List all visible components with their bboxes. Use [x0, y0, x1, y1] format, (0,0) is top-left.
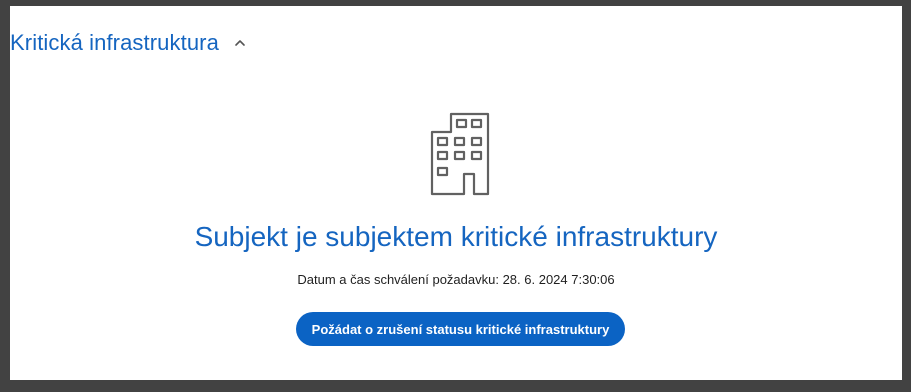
section-header[interactable]: Kritická infrastruktura [10, 28, 247, 58]
status-title: Subjekt je subjektem kritické infrastruk… [194, 221, 718, 252]
section-title: Kritická infrastruktura [10, 30, 219, 55]
approval-datetime-text: Datum a čas schválení požadavku: 28. 6. … [297, 272, 615, 287]
critical-infrastructure-panel: Kritická infrastruktura Subjekt je subje… [10, 6, 902, 380]
chevron-up-icon[interactable] [233, 36, 247, 50]
request-cancel-status-button[interactable]: Požádat o zrušení statusu kritické infra… [296, 312, 625, 346]
building-icon [426, 110, 494, 196]
